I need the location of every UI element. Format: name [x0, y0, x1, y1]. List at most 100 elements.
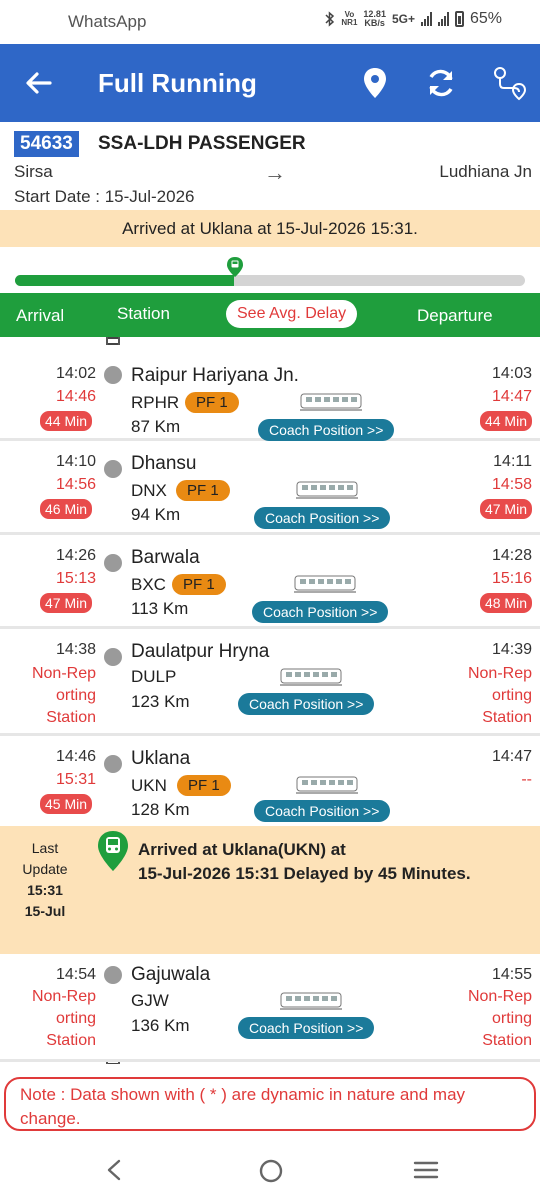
column-header: Arrival Station See Avg. Delay Departure	[0, 293, 540, 337]
last-update-message: Arrived at Uklana(UKN) at 15-Jul-2026 15…	[138, 840, 471, 883]
origin-station: Sirsa	[14, 162, 53, 181]
departure-scheduled: 14:03	[491, 365, 532, 382]
journey-progress-bar	[15, 275, 525, 286]
departure-scheduled: 14:39	[491, 641, 532, 658]
coach-position-button[interactable]: Coach Position >>	[238, 1017, 375, 1039]
station-distance: 113 Km	[131, 599, 189, 618]
see-avg-delay-button[interactable]: See Avg. Delay	[226, 300, 358, 328]
system-nav-bar	[0, 1140, 540, 1200]
refresh-icon[interactable]	[422, 64, 460, 102]
status-bar: WhatsApp Vo NR1 12.81 KB/s 5G+ 65%	[0, 0, 540, 44]
arrival-scheduled: 14:10	[55, 453, 96, 470]
train-marker-icon	[227, 257, 243, 277]
station-list[interactable]: 14:02 14:46 44 Min Raipur Hariyana Jn. R…	[0, 337, 540, 1064]
destination-station: Ludhiana Jn	[439, 162, 532, 181]
battery-icon	[454, 11, 464, 27]
coach-position-button[interactable]: Coach Position >>	[258, 419, 395, 441]
back-nav-icon[interactable]	[104, 1158, 124, 1182]
train-location-pin-icon	[98, 831, 128, 871]
departure-delay-badge: 48 Min	[479, 593, 532, 613]
journey-progress-fill	[15, 275, 235, 286]
platform-badge: PF 1	[177, 775, 231, 796]
column-departure: Departure	[417, 306, 493, 325]
departure-non-reporting: Non-Rep orting Station	[467, 988, 532, 1049]
location-pin-icon[interactable]	[356, 64, 394, 102]
station-node	[104, 966, 122, 984]
battery-percent: 65%	[469, 10, 502, 27]
coach-icon	[294, 575, 356, 593]
departure-actual: 14:47	[491, 388, 532, 405]
coach-position-button[interactable]: Coach Position >>	[254, 800, 391, 822]
status-app-name: WhatsApp	[68, 12, 147, 31]
station-node	[104, 554, 122, 572]
arrival-actual: 15:31	[55, 771, 96, 788]
station-code: BXC	[131, 575, 166, 594]
departure-delay-badge: 47 Min	[479, 499, 532, 519]
station-row[interactable]: 14:26 15:13 47 Min Barwala BXC PF 1 113 …	[0, 535, 540, 629]
network-type: 5G+	[391, 12, 415, 26]
station-row[interactable]: 14:02 14:46 44 Min Raipur Hariyana Jn. R…	[0, 345, 540, 441]
column-arrival: Arrival	[16, 306, 65, 325]
arrival-scheduled: 14:46	[55, 748, 96, 765]
station-distance: 94 Km	[131, 505, 181, 524]
departure-scheduled: 14:47	[491, 748, 532, 765]
status-icons: Vo NR1 12.81 KB/s 5G+ 65%	[325, 10, 502, 28]
bluetooth-icon	[325, 11, 335, 27]
arrival-delay-badge: 44 Min	[40, 411, 93, 431]
station-row[interactable]: 14:10 14:56 46 Min Dhansu DNX PF 1 94 Km…	[0, 441, 540, 535]
arrival-scheduled: 14:26	[55, 547, 96, 564]
signal-icon	[420, 12, 432, 26]
departure-scheduled: 14:11	[493, 453, 532, 470]
coach-position-button[interactable]: Coach Position >>	[238, 693, 375, 715]
volte-badge: Vo NR1	[341, 10, 358, 27]
route-map-icon[interactable]	[490, 64, 528, 102]
station-name: Daulatpur Hryna	[131, 641, 270, 662]
arrival-non-reporting: Non-Rep orting Station	[31, 665, 96, 726]
home-nav-icon[interactable]	[258, 1158, 284, 1184]
departure-non-reporting: Non-Rep orting Station	[467, 665, 532, 726]
departure-actual: 14:58	[491, 476, 532, 493]
arrival-actual: 14:46	[55, 388, 96, 405]
coach-position-button[interactable]: Coach Position >>	[252, 601, 389, 623]
platform-badge: PF 1	[172, 574, 226, 595]
departure-scheduled: 14:55	[491, 966, 532, 983]
departure-delay-badge: 44 Min	[479, 411, 532, 431]
arrival-delay-badge: 47 Min	[40, 593, 93, 613]
coach-icon	[280, 992, 342, 1010]
start-date: Start Date : 15-Jul-2026	[14, 187, 195, 206]
arrival-scheduled: 14:02	[55, 365, 96, 382]
station-node	[104, 755, 122, 773]
train-number: 54633	[14, 131, 79, 157]
arrival-actual: 15:13	[55, 570, 96, 587]
departure-actual: --	[521, 771, 532, 788]
station-row[interactable]: 14:54 Non-Rep orting Station Gajuwala GJW …	[0, 954, 540, 1062]
station-row[interactable]: 14:46 15:31 45 Min Uklana UKN PF 1 128 K…	[0, 736, 540, 826]
dynamic-data-note: Note : Data shown with ( * ) are dynamic…	[4, 1077, 536, 1131]
platform-badge: PF 1	[176, 480, 230, 501]
page-title: Full Running	[98, 68, 257, 98]
station-row[interactable]: 14:38 Non-Rep orting Station Daulatpur Hry…	[0, 629, 540, 736]
departure-actual: 15:16	[491, 570, 532, 587]
column-station: Station	[117, 304, 170, 323]
station-code: GJW	[131, 991, 169, 1010]
arrival-non-reporting: Non-Rep orting Station	[31, 988, 96, 1049]
arrival-scheduled: 14:38	[55, 641, 96, 658]
station-name: Uklana	[131, 748, 191, 769]
route-arrow: →	[264, 160, 286, 185]
back-arrow-icon[interactable]	[22, 66, 56, 100]
last-update-panel: Last Update 15:31 15-Jul Arrived at Ukla…	[0, 826, 540, 954]
train-header: 54633 SSA-LDH PASSENGER Sirsa → Ludhiana…	[0, 122, 540, 210]
station-distance: 136 Km	[131, 1016, 190, 1035]
station-code: UKN	[131, 776, 167, 795]
station-name: Gajuwala	[131, 964, 211, 985]
station-distance: 128 Km	[131, 800, 190, 819]
arrival-delay-badge: 45 Min	[40, 794, 93, 814]
train-name: SSA-LDH PASSENGER	[98, 133, 306, 154]
station-name: Dhansu	[131, 453, 197, 474]
departure-scheduled: 14:28	[491, 547, 532, 564]
coach-position-button[interactable]: Coach Position >>	[254, 507, 391, 529]
station-code: DNX	[131, 481, 167, 500]
station-node	[104, 648, 122, 666]
last-update-label: Last Update 15:31 15-Jul	[22, 840, 68, 919]
recents-nav-icon[interactable]	[413, 1158, 439, 1182]
